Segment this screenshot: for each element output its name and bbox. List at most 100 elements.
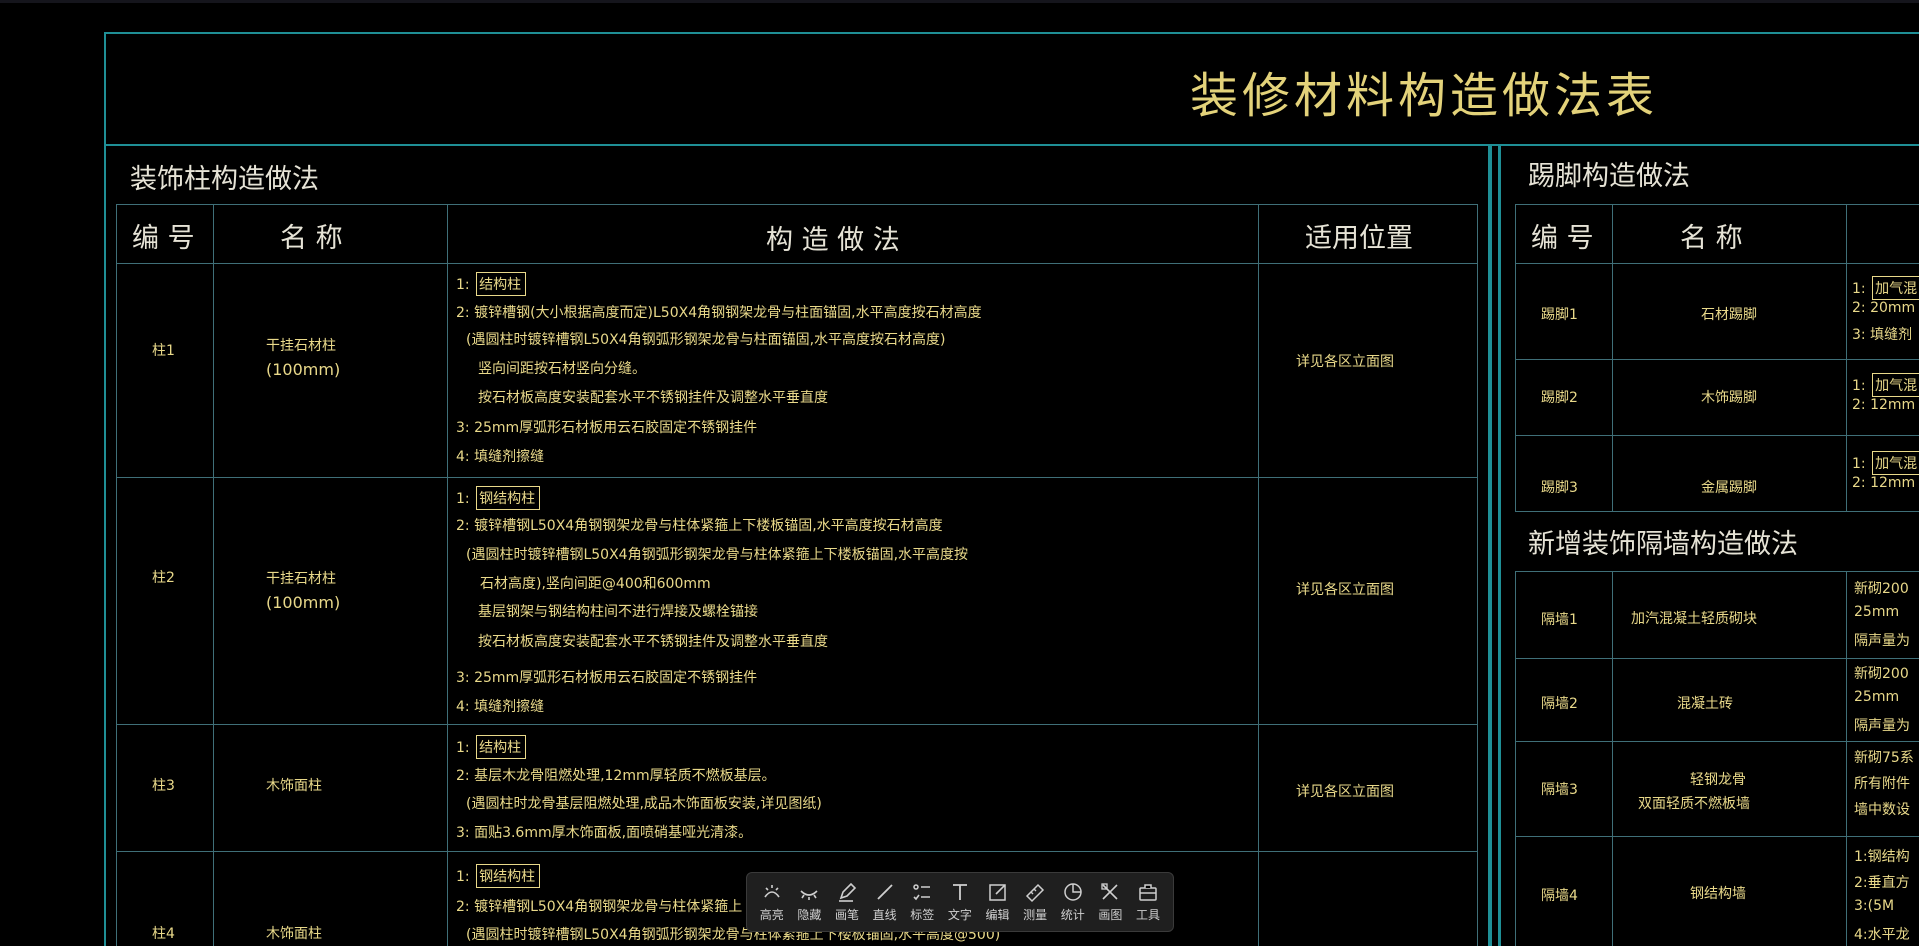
highlight-icon (764, 885, 780, 898)
toolbar-label: 文字 (947, 908, 972, 922)
method-line: 4: 填缝剂擦缝 (456, 696, 544, 716)
toolbar-label: 高亮 (759, 908, 784, 922)
table-row-name-sub: (100mm) (266, 360, 341, 379)
left-header-position: 适用位置 (1305, 223, 1413, 254)
table-row-name: 木饰踢脚 (1701, 390, 1757, 406)
method-line: 4:水平龙 (1854, 927, 1910, 943)
right-top-table-top (1515, 204, 1919, 205)
method-line: 新砌75系 (1854, 750, 1914, 766)
left-header-code: 编 号 (132, 223, 195, 254)
right-top-col-2 (1846, 204, 1847, 512)
method-line-tag: 加气混 (1872, 451, 1919, 475)
method-line-number: 3: (1852, 327, 1871, 343)
table-row-name: 混凝土砖 (1677, 696, 1733, 712)
top-strip (0, 0, 1919, 3)
title-divider (104, 144, 1919, 146)
right-header-code: 编 号 (1531, 223, 1594, 254)
measure-icon (1026, 883, 1045, 903)
edit-icon (988, 884, 1006, 901)
toolbar-button-text[interactable]: 文字 (942, 881, 978, 923)
table-row-name: 石材踢脚 (1701, 307, 1757, 323)
method-line-number: 1: (1852, 456, 1871, 472)
toolbar-button-highlight[interactable]: 高亮 (754, 881, 790, 923)
right-top-header-bottom (1515, 263, 1919, 264)
method-line-text: 镀锌槽钢L50X4角钢钢架龙骨与柱体紧箍上 (474, 899, 743, 915)
toolbar-button-stats[interactable]: 统计 (1055, 881, 1091, 923)
toolbar-button-pen[interactable]: 画笔 (829, 881, 865, 923)
method-line-tag: 钢结构柱 (476, 486, 541, 510)
method-line-text: 面贴3.6mm厚木饰面板,面喷硝基哑光清漆。 (474, 825, 753, 841)
method-line: 2: 12mm (1852, 397, 1915, 413)
method-line-number: 2: (456, 899, 475, 915)
toolbar-button-hide[interactable]: 隐藏 (791, 881, 827, 923)
toolbar-label: 标签 (910, 908, 935, 922)
cad-drawing-canvas[interactable]: 装修材料构造做法表 装饰柱构造做法 编 号 名 称 构 造 做 法 适用位置 柱… (0, 0, 1919, 946)
toolbar-label: 隐藏 (797, 908, 822, 922)
left-col-4 (1477, 204, 1478, 946)
method-line: 1: 加气混 (1852, 276, 1919, 300)
toolbar-button-line[interactable]: 直线 (867, 881, 903, 923)
table-row-position: 详见各区立面图 (1296, 354, 1394, 370)
column-divider-b (1498, 146, 1501, 946)
method-line: 1: 钢结构柱 (456, 486, 541, 510)
toolbar-button-measure[interactable]: 测量 (1017, 881, 1053, 923)
method-line: 3: 填缝剂 (1852, 324, 1912, 344)
method-line: 隔声量为 (1854, 718, 1910, 734)
right-bottom-section-title: 新增装饰隔墙构造做法 (1528, 529, 1798, 560)
toolbar-button-draw[interactable]: 画图 (1092, 881, 1128, 923)
method-line: 2:垂直方 (1854, 875, 1910, 891)
table-row-position: 详见各区立面图 (1296, 582, 1394, 598)
method-line-number: 1: (456, 491, 475, 507)
toolbar-label: 测量 (1023, 908, 1048, 922)
table-row-position: 详见各区立面图 (1296, 784, 1394, 800)
toolbar-label: 画笔 (835, 908, 860, 922)
toolbar-button-tag[interactable]: 标签 (904, 881, 940, 923)
right-top-row1-bottom (1515, 359, 1919, 360)
draw-icon (1101, 883, 1119, 900)
table-row-name: 干挂石材柱 (266, 571, 336, 587)
method-line-text: 竖向间距按石材竖向分缝。 (478, 361, 646, 377)
method-line-text: (遇圆柱时龙骨基层阻燃处理,成品木饰面板安装,详见图纸) (466, 796, 822, 812)
right-bottom-row1-bottom (1515, 658, 1919, 659)
method-line: 新砌200 (1854, 666, 1909, 682)
method-line: 3: 面贴3.6mm厚木饰面板,面喷硝基哑光清漆。 (456, 822, 752, 842)
toolbar-button-tools[interactable]: 工具 (1130, 881, 1166, 923)
method-line-text: 填缝剂擦缝 (474, 449, 545, 465)
method-line-number: 2: (1852, 475, 1871, 491)
hide-icon (800, 890, 819, 900)
table-row-code: 隔墙3 (1541, 782, 1578, 798)
method-line-tag: 加气混 (1872, 276, 1919, 300)
table-row-code: 踢脚2 (1541, 390, 1578, 406)
stats-icon (1064, 883, 1082, 901)
toolbar-label: 画图 (1098, 908, 1123, 922)
method-line: 2: 镀锌槽钢(大小根据高度而定)L50X4角钢钢架龙骨与柱面锚固,水平高度按石… (456, 302, 982, 322)
left-section-title: 装饰柱构造做法 (130, 164, 319, 195)
table-row-name: 金属踢脚 (1701, 480, 1757, 496)
method-line-number: 4: (456, 699, 475, 715)
table-row-code: 隔墙1 (1541, 612, 1578, 628)
toolbar-button-edit[interactable]: 编辑 (980, 881, 1016, 923)
right-top-col-0 (1515, 204, 1516, 512)
table-row-name: 木饰面柱 (266, 778, 322, 794)
method-line-text: 25mm厚弧形石材板用云石胶固定不锈钢挂件 (474, 670, 758, 686)
method-line-text: 基层钢架与钢结构柱间不进行焊接及螺栓锚接 (478, 604, 758, 620)
method-line: 竖向间距按石材竖向分缝。 (478, 358, 646, 378)
left-header-method: 构 造 做 法 (766, 225, 900, 256)
method-line-number: 2: (1852, 300, 1871, 316)
method-line: 墙中数设 (1854, 802, 1910, 818)
table-row-code: 柱2 (152, 570, 175, 586)
method-line: (遇圆柱时镀锌槽钢L50X4角钢弧形钢架龙骨与柱面锚固,水平高度按石材高度) (466, 329, 946, 349)
right-bottom-row2-bottom (1515, 741, 1919, 742)
right-top-section-title: 踢脚构造做法 (1528, 161, 1690, 192)
left-col-3 (1258, 204, 1259, 946)
table-row-code: 隔墙4 (1541, 888, 1578, 904)
method-line-tag: 结构柱 (476, 735, 527, 759)
method-line-tag: 钢结构柱 (476, 864, 541, 888)
right-top-row2-bottom (1515, 435, 1919, 436)
left-col-1 (213, 204, 214, 946)
method-line: 新砌200 (1854, 581, 1909, 597)
method-line-text: (遇圆柱时镀锌槽钢L50X4角钢弧形钢架龙骨与柱面锚固,水平高度按石材高度) (466, 332, 946, 348)
method-line-number: 3: (456, 420, 475, 436)
method-line: (遇圆柱时龙骨基层阻燃处理,成品木饰面板安装,详见图纸) (466, 793, 822, 813)
method-line-tag: 结构柱 (476, 272, 527, 296)
